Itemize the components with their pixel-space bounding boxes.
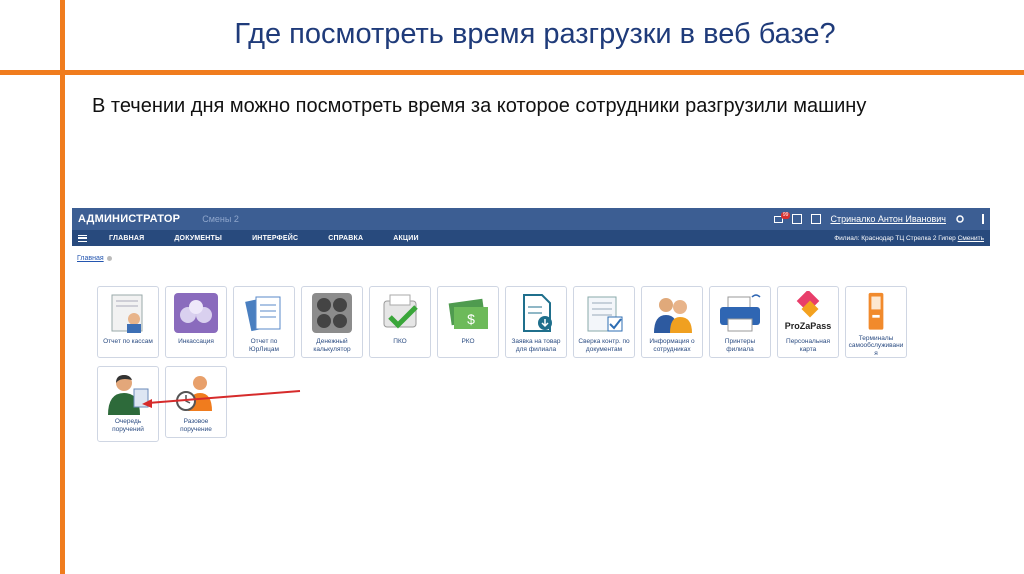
topbar-actions: 99 Стриналко Антон Иванович bbox=[774, 211, 984, 224]
tile-label: Отчет по ЮрЛицам bbox=[249, 338, 279, 353]
breadcrumb-home[interactable]: Главная bbox=[77, 255, 104, 262]
tile-label: Очередь поручений bbox=[112, 418, 144, 433]
tile-cash-report[interactable]: Отчет по кассам bbox=[97, 286, 159, 358]
shift-label[interactable]: Смены 2 bbox=[202, 214, 239, 224]
prozapass-logo-text: ProZaPass bbox=[785, 321, 832, 331]
one-time-task-icon bbox=[176, 376, 212, 411]
task-queue-icon bbox=[108, 375, 149, 415]
file-download-icon bbox=[523, 294, 552, 332]
money-bags-icon bbox=[174, 293, 218, 333]
tile-label: ПКО bbox=[393, 338, 407, 345]
tile-rko[interactable]: $ РКО bbox=[437, 286, 499, 358]
app-navbar: ГЛАВНАЯ ДОКУМЕНТЫ ИНТЕРФЕЙС СПРАВКА АКЦИ… bbox=[72, 230, 990, 246]
tile-label: Принтеры филиала bbox=[724, 338, 756, 353]
tile-document-reconciliation[interactable]: Сверка контр. по документам bbox=[573, 286, 635, 358]
tile-label: Персональная карта bbox=[786, 338, 830, 353]
tile-label: Инкассация bbox=[178, 338, 214, 345]
tile-pko[interactable]: ПКО bbox=[369, 286, 431, 358]
tile-money-calculator[interactable]: Денежный калькулятор bbox=[301, 286, 363, 358]
nav-help[interactable]: СПРАВКА bbox=[328, 235, 363, 242]
branch-change-link[interactable]: Сменить bbox=[958, 235, 984, 242]
prozapass-logo-icon: ProZaPass bbox=[785, 291, 832, 331]
breadcrumb-info-icon bbox=[106, 255, 112, 261]
tile-self-service-terminals[interactable]: Терминалы самообслуживания bbox=[845, 286, 907, 358]
tile-label: Разовое поручение bbox=[180, 418, 212, 433]
menu-icon[interactable] bbox=[78, 234, 87, 242]
tile-label: Сверка контр. по документам bbox=[578, 338, 630, 353]
nav-documents[interactable]: ДОКУМЕНТЫ bbox=[174, 235, 222, 242]
nav-promotions[interactable]: АКЦИИ bbox=[393, 235, 419, 242]
cash-report-icon bbox=[111, 294, 143, 333]
tile-label: Денежный калькулятор bbox=[313, 338, 351, 353]
self-service-terminal-icon bbox=[868, 292, 884, 330]
tile-label: Заявка на товар для филиала bbox=[511, 338, 561, 353]
tile-legal-entities-report[interactable]: Отчет по ЮрЛицам bbox=[233, 286, 295, 358]
user-name-link[interactable]: Стриналко Антон Иванович bbox=[830, 214, 946, 224]
slide-title: Где посмотреть время разгрузки в веб баз… bbox=[234, 18, 836, 50]
cash-register-check-icon bbox=[383, 294, 418, 329]
nav-interface[interactable]: ИНТЕРФЕЙС bbox=[252, 235, 298, 242]
app-topbar: АДМИНИСТРАТОР Смены 2 99 Стриналко Антон… bbox=[72, 208, 990, 230]
tile-product-request[interactable]: Заявка на товар для филиала bbox=[505, 286, 567, 358]
role-label: АДМИНИСТРАТОР bbox=[78, 213, 181, 225]
tile-label: РКО bbox=[461, 338, 475, 345]
tile-one-time-task[interactable]: Разовое поручение bbox=[165, 366, 227, 438]
tile-branch-printers[interactable]: Принтеры филиала bbox=[709, 286, 771, 358]
user-settings-icon[interactable] bbox=[955, 214, 965, 224]
tile-collection[interactable]: Инкассация bbox=[165, 286, 227, 358]
tile-label: Отчет по кассам bbox=[103, 338, 153, 345]
branch-label: Филиал: Краснодар ТЦ Стрелка 2 Гипер bbox=[834, 234, 956, 242]
breadcrumb: Главная bbox=[77, 255, 112, 262]
mail-icon[interactable]: 99 bbox=[774, 211, 791, 223]
orange-vertical-line bbox=[60, 0, 65, 574]
tile-label: Информация о сотрудниках bbox=[649, 338, 695, 353]
tile-task-queue[interactable]: Очередь поручений bbox=[97, 366, 159, 442]
slide-text: В течении дня можно посмотреть время за … bbox=[92, 95, 867, 117]
orange-horizontal-line bbox=[0, 70, 1024, 75]
employees-icon bbox=[654, 298, 692, 333]
qr-scan-icon[interactable] bbox=[792, 214, 803, 224]
tile-label: Терминалы самообслуживания bbox=[848, 334, 904, 357]
document-check-icon bbox=[587, 296, 623, 332]
tile-employee-info[interactable]: Информация о сотрудниках bbox=[641, 286, 703, 358]
calculator-icon bbox=[312, 293, 352, 333]
tile-personal-card[interactable]: ProZaPass Персональная карта bbox=[777, 286, 839, 358]
app-screenshot: АДМИНИСТРАТОР Смены 2 99 Стриналко Антон… bbox=[72, 208, 990, 456]
cash-money-icon: $ bbox=[448, 298, 488, 329]
mail-badge: 99 bbox=[780, 211, 791, 219]
logout-icon[interactable] bbox=[974, 214, 984, 224]
printer-icon bbox=[720, 294, 761, 332]
nav-main[interactable]: ГЛАВНАЯ bbox=[109, 235, 144, 242]
svg-text:$: $ bbox=[467, 311, 475, 327]
branch-info: Филиал: Краснодар ТЦ Стрелка 2 Гипер Сме… bbox=[834, 235, 984, 242]
id-card-icon[interactable] bbox=[811, 214, 822, 224]
documents-icon bbox=[245, 296, 281, 332]
